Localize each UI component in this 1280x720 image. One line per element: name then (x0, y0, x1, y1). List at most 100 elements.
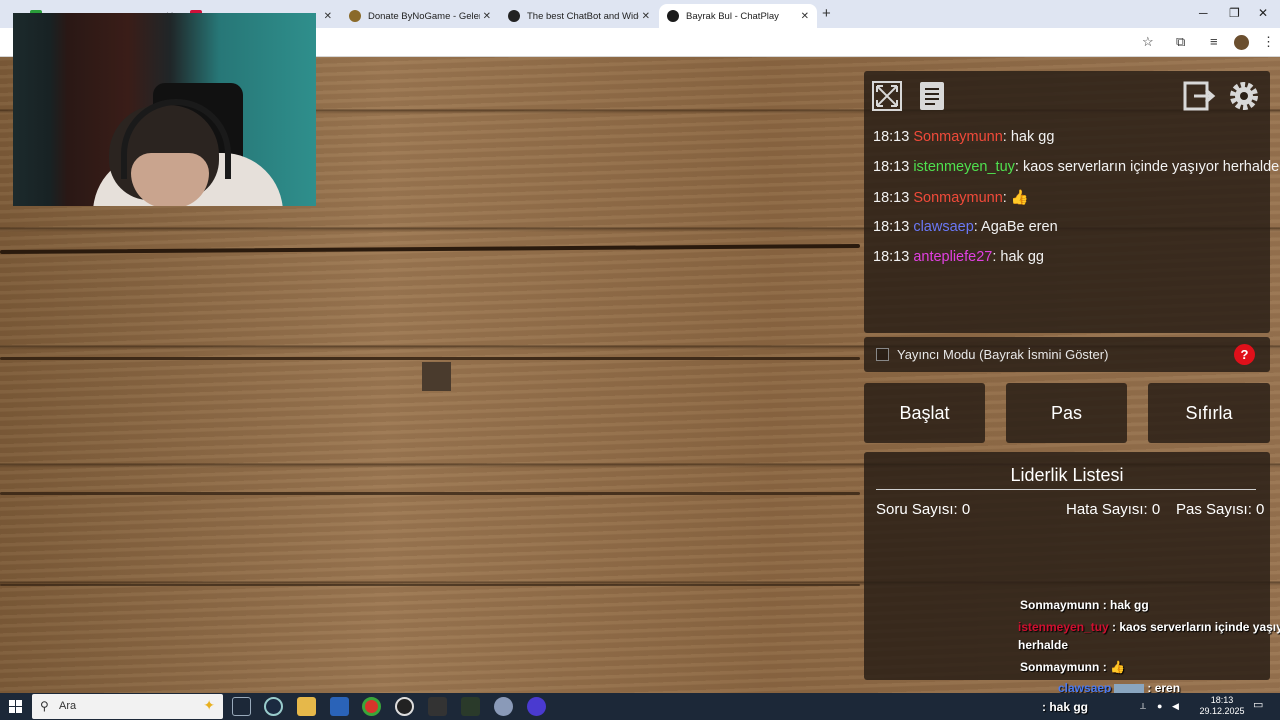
overlay-text: : hak gg (1102, 598, 1149, 612)
streamer-mode-checkbox[interactable] (876, 348, 889, 361)
browser-tab-active[interactable]: Bayrak Bul - ChatPlay ✕ (659, 4, 817, 28)
overlay-chat-line: Sonmaymunn : 👍 (1020, 660, 1125, 674)
tab-favicon-icon (508, 10, 520, 22)
overlay-chat-line: istenmeyen_tuy : kaos serverların içinde… (1018, 620, 1280, 634)
wood-crack (0, 357, 860, 360)
fullscreen-icon[interactable] (870, 79, 904, 113)
search-icon: ⚲ (40, 699, 49, 713)
notification-icon[interactable]: ▭ (1253, 700, 1263, 711)
reset-button[interactable]: Sıfırla (1148, 383, 1270, 443)
menu-kebab-icon[interactable]: ⋮ (1262, 34, 1275, 50)
pass-button[interactable]: Pas (1006, 383, 1127, 443)
question-count: Soru Sayısı: 0 (876, 501, 971, 518)
chrome-icon[interactable] (362, 697, 381, 716)
divider (876, 489, 1256, 490)
wood-crack (0, 492, 860, 495)
chat-time: 18:13 (873, 129, 910, 145)
tab-title: Bayrak Bul - ChatPlay (686, 10, 779, 22)
tab-title: The best ChatBot and Widgets (527, 10, 639, 22)
chat-username: Sonmaymunn (913, 129, 1003, 145)
network-icon[interactable]: ⟂ (1140, 701, 1146, 712)
flag-placeholder (422, 362, 451, 391)
search-input[interactable]: Ara (59, 700, 76, 712)
chat-time: 18:13 (873, 159, 910, 175)
streamer-mode-label: Yayıncı Modu (Bayrak İsmini Göster) (897, 347, 1109, 362)
steam-icon[interactable] (264, 697, 283, 716)
tab-favicon-icon (349, 10, 361, 22)
overlay-username: Sonmaymunn (1020, 598, 1100, 612)
browser-tab[interactable]: The best ChatBot and Widgets ✕ (500, 4, 658, 28)
clock-time: 18:13 (1210, 695, 1234, 705)
extensions-icon[interactable]: ⧉ (1176, 34, 1185, 50)
tab-title: Donate ByNoGame - Gelen/Gid (368, 10, 480, 22)
chat-message: 18:13 Sonmaymunn: hak gg (873, 129, 1055, 145)
close-icon[interactable]: ✕ (483, 11, 491, 22)
webcam-overlay (13, 13, 316, 206)
browser-tab[interactable]: Donate ByNoGame - Gelen/Gid ✕ (341, 4, 499, 28)
volume-icon[interactable]: ◀ (1172, 701, 1179, 712)
clock[interactable]: 18:13 29.12.2025 (1198, 695, 1246, 717)
browser-app-icon[interactable] (527, 697, 546, 716)
overlay-username: istenmeyen_tuy (1018, 620, 1109, 634)
chat-text: hak gg (1010, 129, 1055, 145)
chat-text: hak gg (1000, 249, 1044, 265)
new-tab-button[interactable]: + (822, 5, 831, 22)
chat-username: Sonmaymunn (913, 190, 1003, 206)
close-icon[interactable]: ✕ (324, 11, 332, 22)
store-icon[interactable] (330, 697, 349, 716)
wood-crack (0, 584, 860, 586)
chat-text: kaos serverların içinde yaşıyor herhalde (1022, 159, 1280, 175)
chat-username: antepliefe27 (913, 249, 993, 265)
overlay-chat-line: Sonmaymunn : hak gg (1020, 598, 1149, 612)
obs-icon[interactable] (395, 697, 414, 716)
overlay-chat-line: herhalde (1018, 638, 1069, 652)
bookmark-star-icon[interactable]: ☆ (1142, 34, 1154, 50)
chat-message: 18:13 Sonmaymunn: 👍 (873, 190, 1029, 206)
chat-time: 18:13 (873, 249, 910, 265)
pass-count: Pas Sayısı: 0 (1176, 501, 1265, 518)
taskbar: ⚲ Ara ✦ : hak gg ⟂ ● ◀ 18:13 29.12.2025 … (0, 693, 1280, 720)
chat-username: clawsaep (913, 219, 974, 235)
error-count: Hata Sayısı: 0 (1066, 501, 1161, 518)
minimize-icon[interactable]: ─ (1199, 6, 1208, 20)
xbox-icon[interactable] (461, 697, 480, 716)
reading-list-icon[interactable]: ≡ (1210, 34, 1218, 49)
sparkle-icon: ✦ (203, 697, 215, 713)
chat-emote: 👍 (1010, 190, 1029, 206)
leaderboard-title: Liderlik Listesi (1010, 465, 1124, 485)
streamer-mode-bar: Yayıncı Modu (Bayrak İsmini Göster) ? (864, 337, 1270, 372)
overlay-username: Sonmaymunn (1020, 660, 1100, 674)
window-close-icon[interactable]: ✕ (1258, 6, 1268, 20)
chat-message: 18:13 antepliefe27: hak gg (873, 249, 1044, 265)
chat-messages: 18:13 Sonmaymunn: hak gg 18:13 istenmeye… (873, 129, 1280, 279)
windows-start-icon[interactable] (9, 700, 22, 713)
close-icon[interactable]: ✕ (801, 11, 809, 22)
chat-message: 18:13 clawsaep: AgaBe eren (873, 219, 1058, 235)
chat-text: AgaBe eren (981, 219, 1058, 235)
chat-time: 18:13 (873, 219, 910, 235)
chat-time: 18:13 (873, 190, 910, 206)
profile-avatar[interactable] (1234, 35, 1249, 50)
overlay-text: : kaos serverların içinde yaşıyor (1112, 620, 1280, 634)
epic-games-icon[interactable] (428, 697, 447, 716)
file-explorer-icon[interactable] (297, 697, 316, 716)
chat-username: istenmeyen_tuy (913, 159, 1015, 175)
chat-panel: 18:13 Sonmaymunn: hak gg 18:13 istenmeye… (864, 71, 1280, 333)
task-view-icon[interactable] (232, 697, 251, 716)
clock-date: 29.12.2025 (1199, 706, 1245, 716)
overlay-text: : 👍 (1102, 660, 1125, 674)
mic-icon[interactable]: ● (1157, 701, 1162, 712)
overlay-chat-line: : hak gg (1042, 700, 1089, 714)
tab-favicon-icon (667, 10, 679, 22)
close-icon[interactable]: ✕ (642, 11, 650, 22)
document-icon[interactable] (916, 79, 950, 113)
start-button[interactable]: Başlat (864, 383, 985, 443)
exit-icon[interactable] (1182, 79, 1216, 113)
wood-crack (0, 243, 861, 255)
taskbar-search[interactable]: ⚲ Ara ✦ (32, 694, 223, 719)
restore-icon[interactable]: ❐ (1229, 6, 1240, 20)
chat-message: 18:13 istenmeyen_tuy: kaos serverların i… (873, 159, 1280, 175)
help-icon[interactable]: ? (1234, 344, 1255, 365)
gear-icon[interactable] (1227, 79, 1261, 113)
app-icon[interactable] (494, 697, 513, 716)
